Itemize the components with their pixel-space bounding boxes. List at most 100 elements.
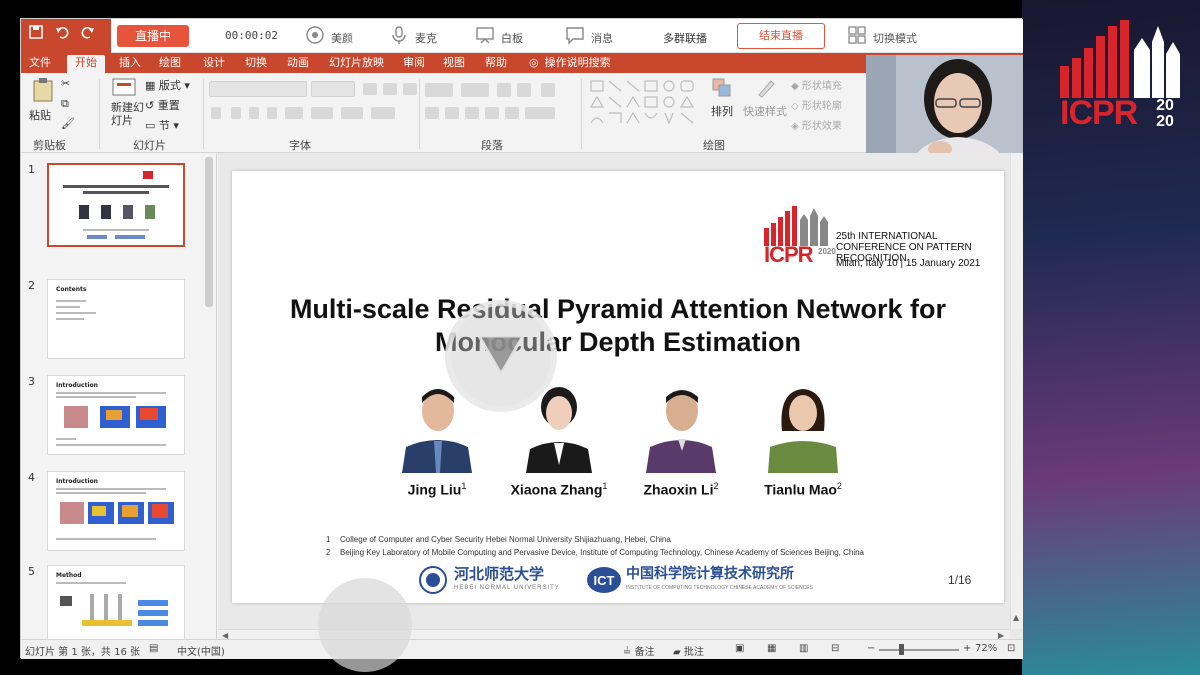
whiteboard-tool[interactable]: 白板: [475, 25, 535, 49]
shapes-gallery[interactable]: [589, 79, 699, 129]
tab-search[interactable]: ◎ 操作说明搜索: [529, 55, 611, 71]
sorter-view-icon[interactable]: ▦: [767, 643, 776, 654]
author-name: Zhaoxin Li2: [624, 481, 738, 498]
tab-home[interactable]: 开始: [67, 55, 105, 73]
increase-indent-icon[interactable]: [517, 83, 531, 97]
accessibility-icon[interactable]: ▤: [149, 643, 158, 654]
end-live-button[interactable]: 结束直播: [737, 23, 825, 49]
bold-icon[interactable]: [211, 107, 221, 119]
shape-fill-button[interactable]: ◆ 形状填充: [791, 77, 842, 92]
tab-view[interactable]: 视图: [443, 55, 465, 71]
group-font-label: 字体: [289, 139, 311, 152]
justify-icon[interactable]: [485, 107, 499, 119]
icpr-slide-year: 2020: [818, 247, 836, 256]
arrange-button[interactable]: 排列: [707, 77, 737, 133]
shape-outline-button[interactable]: ◇ 形状轮廓: [791, 97, 842, 112]
zoom-slider-thumb[interactable]: [899, 644, 904, 655]
zoom-in-icon[interactable]: +: [963, 643, 971, 654]
thumb-4-images: [60, 502, 174, 524]
thumb-line: [56, 396, 136, 398]
floating-control-bubble[interactable]: [318, 578, 412, 672]
numbering-icon[interactable]: [461, 83, 489, 97]
decrease-indent-icon[interactable]: [497, 83, 511, 97]
tab-insert[interactable]: 插入: [119, 55, 141, 71]
play-button-overlay[interactable]: [445, 300, 557, 412]
shape-fill-label: 形状填充: [801, 81, 842, 92]
font-color-icon[interactable]: [371, 107, 395, 119]
section-button[interactable]: ▭ 节 ▾: [145, 117, 179, 133]
font-name-dropdown[interactable]: [209, 81, 307, 97]
italic-icon[interactable]: [231, 107, 241, 119]
font-size-dropdown[interactable]: [311, 81, 355, 97]
slide-thumbnail-1[interactable]: [47, 163, 185, 247]
icpr-bars-graphic: [1060, 20, 1180, 98]
author-photo: [768, 381, 838, 473]
bullets-icon[interactable]: [425, 83, 453, 97]
tab-help[interactable]: 帮助: [485, 55, 507, 71]
zoom-out-icon[interactable]: −: [867, 643, 875, 654]
undo-icon[interactable]: [53, 25, 71, 43]
new-slide-button[interactable]: 新建幻灯片: [105, 77, 147, 133]
shadow-icon[interactable]: [267, 107, 277, 119]
tab-slideshow[interactable]: 幻灯片放映: [329, 55, 384, 71]
normal-view-icon[interactable]: ▣: [735, 643, 744, 654]
mic-tool[interactable]: 麦克: [389, 25, 449, 49]
clear-format-icon[interactable]: [403, 83, 417, 95]
align-center-icon[interactable]: [445, 107, 459, 119]
slide-thumbnail-5[interactable]: Method: [47, 565, 185, 645]
editor-vertical-scrollbar[interactable]: ▲: [1010, 153, 1023, 629]
zoom-slider[interactable]: [879, 649, 959, 651]
tab-file[interactable]: 文件: [29, 55, 51, 71]
redo-icon[interactable]: [79, 25, 97, 43]
scroll-up-icon[interactable]: ▲: [1013, 613, 1019, 622]
shape-effects-button[interactable]: ◈ 形状效果: [791, 117, 842, 132]
strikethrough-icon[interactable]: [285, 107, 303, 119]
text-direction-icon[interactable]: [525, 107, 555, 119]
grow-font-icon[interactable]: [363, 83, 377, 95]
save-icon[interactable]: [27, 25, 45, 43]
slideshow-view-icon[interactable]: ⊟: [831, 643, 839, 654]
switch-mode-button[interactable]: 切换模式: [847, 25, 927, 47]
current-slide[interactable]: ICPR 2020 25th INTERNATIONAL CONFERENCE …: [232, 171, 1004, 603]
align-right-icon[interactable]: [465, 107, 479, 119]
live-status-button[interactable]: 直播中: [117, 25, 189, 47]
reading-view-icon[interactable]: ▥: [799, 643, 808, 654]
notes-button[interactable]: ≟ 备注: [623, 643, 655, 658]
shrink-font-icon[interactable]: [383, 83, 397, 95]
switch-mode-label: 切换模式: [873, 32, 917, 45]
format-painter-icon[interactable]: 🖌: [61, 117, 75, 130]
line-spacing-icon[interactable]: [541, 83, 555, 97]
cut-icon[interactable]: ✂: [61, 77, 70, 90]
tab-design[interactable]: 设计: [203, 55, 225, 71]
layout-button[interactable]: ▦ 版式 ▾: [145, 77, 190, 93]
comments-button[interactable]: ▰ 批注: [673, 643, 704, 658]
thumbnails-scrollbar[interactable]: [205, 157, 213, 307]
message-tool[interactable]: 消息: [565, 25, 625, 49]
quick-styles-button[interactable]: 快速样式: [743, 77, 789, 133]
slide-thumbnail-3[interactable]: Introduction: [47, 375, 185, 455]
message-icon: [566, 27, 584, 45]
align-left-icon[interactable]: [425, 107, 439, 119]
paste-button[interactable]: 粘贴: [27, 77, 63, 127]
reset-icon: ↺: [145, 99, 158, 112]
zoom-level[interactable]: 72%: [975, 643, 997, 654]
beauty-tool[interactable]: 美颜: [305, 25, 365, 49]
paste-label: 粘贴: [29, 109, 51, 122]
fit-to-window-icon[interactable]: ⊡: [1007, 643, 1015, 654]
slide-thumbnail-4[interactable]: Introduction: [47, 471, 185, 551]
group-clipboard-label: 剪贴板: [33, 139, 66, 152]
columns-icon[interactable]: [505, 107, 519, 119]
reset-button[interactable]: ↺ 重置: [145, 97, 180, 113]
tab-draw[interactable]: 绘图: [159, 55, 181, 71]
paste-icon: [33, 78, 53, 102]
slide-thumbnail-2[interactable]: Contents: [47, 279, 185, 359]
language-status[interactable]: 中文(中国): [177, 643, 225, 658]
underline-icon[interactable]: [249, 107, 259, 119]
change-case-icon[interactable]: [341, 107, 363, 119]
copy-icon[interactable]: ⧉: [61, 97, 69, 111]
tab-transitions[interactable]: 切换: [245, 55, 267, 71]
spacing-icon[interactable]: [311, 107, 333, 119]
multi-group-broadcast[interactable]: 多群联播: [663, 30, 707, 46]
tab-review[interactable]: 审阅: [403, 55, 425, 71]
tab-animations[interactable]: 动画: [287, 55, 309, 71]
